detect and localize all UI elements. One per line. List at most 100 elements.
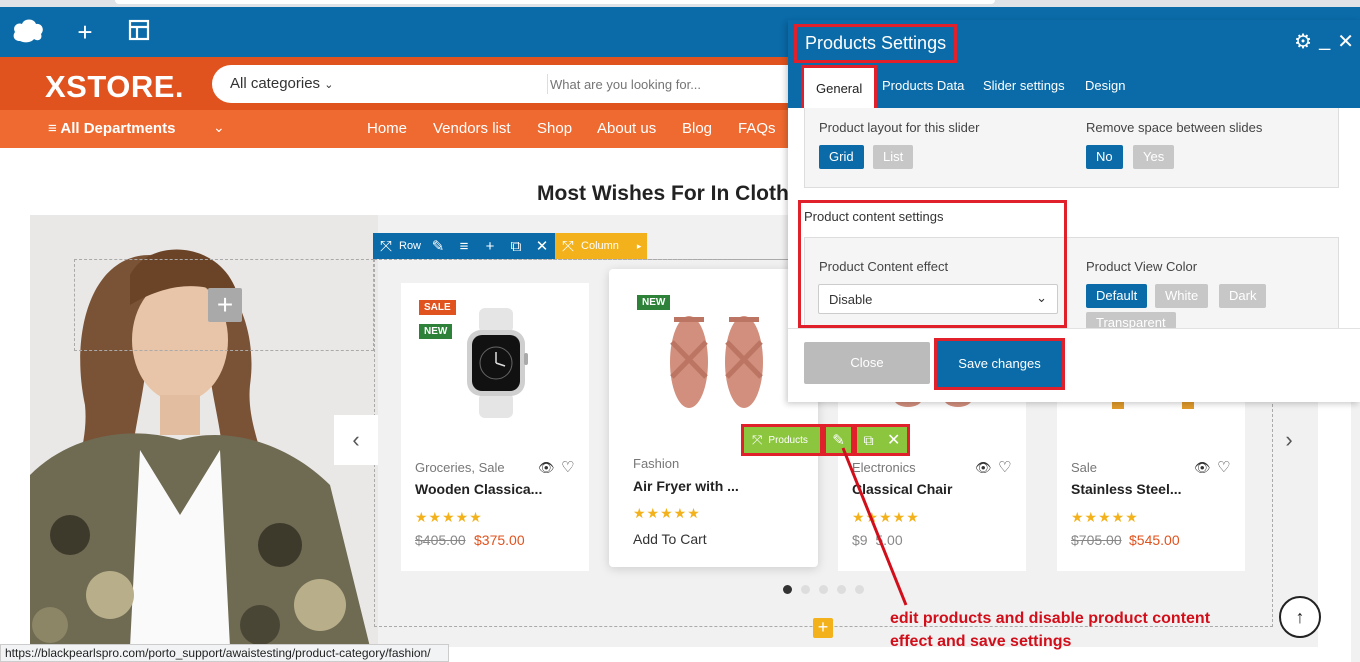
modal-footer-divider [788, 328, 1360, 329]
minimize-icon[interactable]: _ [1319, 29, 1330, 54]
add-icon[interactable]: + [477, 238, 503, 255]
layout-grid-button[interactable]: Grid [819, 145, 864, 169]
search-bar: All categories ⌄ [212, 65, 812, 103]
nav-faqs[interactable]: FAQs [738, 120, 776, 137]
add-icon[interactable]: + [70, 17, 100, 47]
column-outline-top [374, 259, 810, 260]
products-element-toolbar: ⤧ Products ✎ ⧉ ✕ [741, 424, 910, 456]
tab-design[interactable]: Design [1085, 78, 1125, 93]
slider-prev-arrow-icon[interactable]: ‹ [334, 415, 378, 465]
product-card-hovered[interactable]: NEW Fashion Air Fryer with ... ★★★★★ Add… [609, 269, 818, 567]
sale-badge: SALE [419, 300, 456, 315]
status-bar-url: https://blackpearlspro.com/porto_support… [0, 644, 449, 662]
eye-icon[interactable]: 👁 [1194, 460, 1211, 476]
view-color-default-button[interactable]: Default [1086, 284, 1148, 308]
view-color-dark-button[interactable]: Dark [1219, 284, 1267, 308]
nav-blog[interactable]: Blog [682, 120, 712, 137]
product-category[interactable]: Groceries, Sale [415, 460, 505, 475]
move-icon[interactable]: ⤧ [373, 238, 399, 255]
eye-icon[interactable]: 👁 [975, 460, 992, 476]
annotation-line-1: edit products and disable product conten… [890, 610, 1211, 627]
close-icon[interactable]: ✕ [529, 237, 555, 255]
edit-pencil-icon[interactable]: ✎ [823, 424, 854, 456]
star-rating: ★★★★★ [633, 505, 701, 521]
view-color-transparent-button[interactable]: Transparent [1086, 312, 1176, 329]
nav-home[interactable]: Home [367, 120, 407, 137]
layout-settings-panel: Product layout for this slider Grid List… [804, 108, 1339, 188]
remove-space-label: Remove space between slides [1086, 120, 1263, 135]
duplicate-icon[interactable]: ⧉ [503, 238, 529, 255]
add-row-button[interactable]: + [813, 618, 833, 638]
sale-price: $545.00 [1129, 532, 1180, 548]
heart-icon[interactable]: ♡ [1217, 458, 1230, 476]
chevron-down-icon: ⌄ [1036, 290, 1047, 305]
product-title[interactable]: Stainless Steel... [1071, 481, 1182, 497]
category-select[interactable]: All categories ⌄ [230, 75, 333, 92]
view-color-white-button[interactable]: White [1155, 284, 1209, 308]
annotation-text: edit products and disable product conten… [890, 607, 1210, 653]
product-category[interactable]: Fashion [633, 456, 679, 471]
pagination-dot[interactable] [801, 585, 810, 594]
tab-slider-settings[interactable]: Slider settings [983, 78, 1065, 93]
close-icon[interactable]: ✕ [1337, 29, 1354, 54]
product-title[interactable]: Classical Chair [852, 481, 952, 497]
heart-icon[interactable]: ♡ [561, 458, 574, 476]
product-title[interactable]: Air Fryer with ... [633, 478, 739, 494]
nav-about-us[interactable]: About us [597, 120, 656, 137]
layout-list-button[interactable]: List [873, 145, 914, 169]
pencil-icon[interactable]: ✎ [425, 237, 451, 255]
address-bar[interactable] [115, 0, 995, 4]
add-to-cart-button[interactable]: Add To Cart [633, 531, 707, 547]
products-settings-modal: Products Settings ⚙ _ ✕ General Products… [788, 20, 1360, 402]
product-title[interactable]: Wooden Classica... [415, 481, 542, 497]
pagination-dot[interactable] [783, 585, 792, 594]
nav-shop[interactable]: Shop [537, 120, 572, 137]
close-button[interactable]: Close [804, 342, 930, 384]
sandals-image[interactable] [664, 302, 769, 412]
site-logo[interactable]: XSTORE. [45, 69, 184, 105]
pagination-dot[interactable] [837, 585, 846, 594]
smartwatch-image[interactable] [461, 308, 531, 418]
menu-lines-icon[interactable]: ≡ [451, 238, 477, 255]
chevron-right-icon[interactable]: ▸ [637, 241, 642, 252]
tab-products-data[interactable]: Products Data [882, 78, 964, 93]
search-input[interactable] [550, 74, 800, 94]
all-departments-menu[interactable]: ≡ All Departments [48, 120, 175, 137]
content-effect-select[interactable]: Disable ⌄ [818, 284, 1058, 314]
save-changes-button[interactable]: Save changes [934, 338, 1065, 390]
heart-icon[interactable]: ♡ [998, 458, 1011, 476]
products-actions: ⧉ ✕ [854, 424, 910, 456]
move-icon[interactable]: ⤧ [555, 238, 581, 255]
product-category[interactable]: Sale [1071, 460, 1097, 475]
star-rating: ★★★★★ [1071, 509, 1139, 525]
tab-general[interactable]: General [801, 65, 878, 108]
price: $995.00 [852, 532, 903, 548]
space-yes-button[interactable]: Yes [1133, 145, 1175, 169]
nav-vendors-list[interactable]: Vendors list [433, 120, 511, 137]
duplicate-icon[interactable]: ⧉ [864, 432, 874, 449]
star-rating: ★★★★★ [415, 509, 483, 525]
view-color-label: Product View Color [1086, 259, 1198, 274]
gear-icon[interactable]: ⚙ [1294, 29, 1312, 54]
column-label[interactable]: Column [581, 240, 619, 252]
browser-top-strip [0, 0, 1360, 7]
close-icon[interactable]: ✕ [887, 430, 900, 450]
slider-next-arrow-icon[interactable]: › [1267, 415, 1311, 465]
space-no-button[interactable]: No [1086, 145, 1123, 169]
add-element-button[interactable]: + [208, 288, 242, 322]
scroll-to-top-arrow-icon[interactable]: ↑ [1279, 596, 1321, 638]
cloud-logo-icon[interactable] [12, 17, 43, 47]
pagination-dot[interactable] [855, 585, 864, 594]
product-card[interactable]: SALE NEW Groceries, Sale 👁 ♡ Wooden Clas… [401, 283, 589, 571]
chevron-down-icon[interactable]: ⌄ [213, 119, 225, 136]
chevron-down-icon: ⌄ [324, 79, 334, 91]
product-category[interactable]: Electronics [852, 460, 916, 475]
row-controls: ⤧ Row ✎ ≡ + ⧉ ✕ [373, 233, 556, 259]
layout-template-icon[interactable] [124, 17, 154, 47]
modal-header: Products Settings ⚙ _ ✕ General Products… [788, 20, 1360, 108]
eye-icon[interactable]: 👁 [538, 460, 555, 476]
products-move-handle[interactable]: ⤧ Products [741, 424, 823, 456]
pagination-dot[interactable] [819, 585, 828, 594]
row-label[interactable]: Row [399, 240, 421, 252]
modal-window-controls: ⚙ _ ✕ [1294, 29, 1354, 54]
